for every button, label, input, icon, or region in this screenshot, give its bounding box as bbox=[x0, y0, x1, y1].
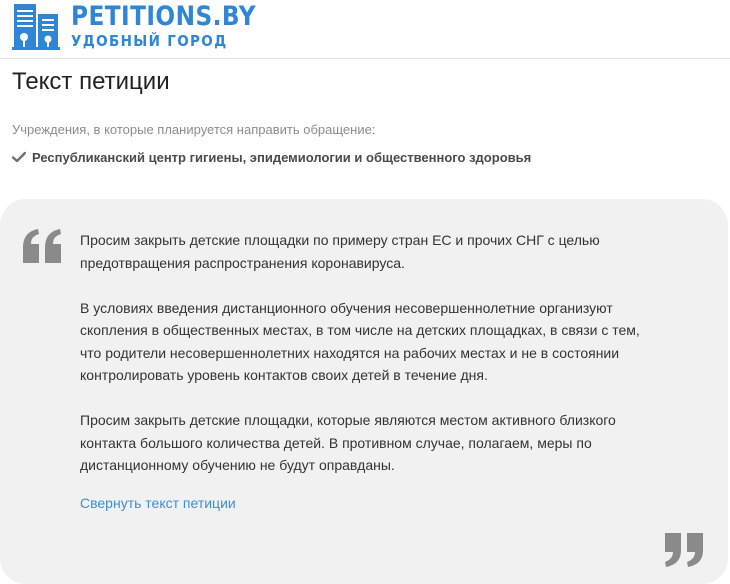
open-quote-icon bbox=[23, 229, 61, 263]
site-header: PETITIONS.BY УДОБНЫЙ ГОРОД bbox=[0, 0, 730, 59]
collapse-petition-link[interactable]: Свернуть текст петиции bbox=[80, 495, 236, 511]
city-buildings-logo-icon[interactable] bbox=[12, 4, 60, 50]
check-icon bbox=[12, 151, 26, 163]
page-title: Текст петиции bbox=[12, 68, 170, 95]
institutions-label: Учреждения, в которые планируется направ… bbox=[12, 122, 376, 137]
petition-text: Просим закрыть детские площадки по приме… bbox=[80, 229, 660, 499]
institution-name: Республиканский центр гигиены, эпидемиол… bbox=[32, 150, 532, 165]
close-quote-icon bbox=[665, 533, 703, 567]
petition-paragraph: Просим закрыть детские площадки, которые… bbox=[80, 412, 616, 473]
logo-subtitle[interactable]: УДОБНЫЙ ГОРОД bbox=[71, 32, 228, 50]
petition-paragraph: Просим закрыть детские площадки по приме… bbox=[80, 232, 600, 271]
institution-item: Республиканский центр гигиены, эпидемиол… bbox=[12, 150, 531, 165]
petition-paragraph: В условиях введения дистанционного обуче… bbox=[80, 299, 640, 384]
logo-title[interactable]: PETITIONS.BY bbox=[71, 1, 256, 32]
